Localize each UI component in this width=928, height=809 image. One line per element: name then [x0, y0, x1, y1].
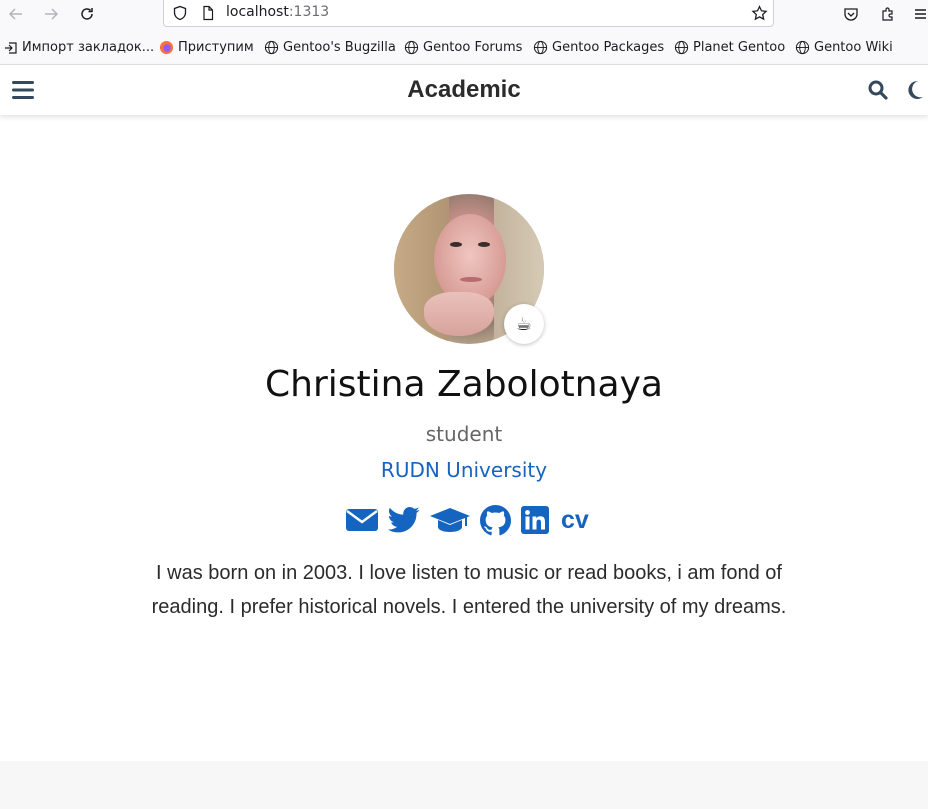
profile-organization-link[interactable]: RUDN University: [0, 458, 928, 482]
menu-button[interactable]: [908, 3, 928, 25]
moon-icon: [908, 80, 923, 99]
bookmark-label: Импорт закладок...: [22, 40, 155, 55]
globe-icon: [674, 40, 689, 55]
github-link[interactable]: [480, 504, 511, 536]
globe-icon: [533, 40, 548, 55]
linkedin-link[interactable]: [521, 506, 549, 534]
pocket-icon: [844, 8, 858, 21]
globe-icon: [795, 40, 810, 55]
bookmark-gentoo-wiki[interactable]: Gentoo Wiki: [795, 40, 893, 55]
bookmark-getting-started[interactable]: Приступим: [159, 40, 254, 55]
pocket-button[interactable]: [839, 3, 863, 25]
bookmark-gentoo-bugzilla[interactable]: Gentoo's Bugzilla: [264, 40, 396, 55]
star-icon[interactable]: [751, 5, 768, 26]
arrow-left-icon: [8, 8, 22, 20]
profile-bio: I was born on in 2003. I love listen to …: [151, 562, 787, 618]
search-button[interactable]: [868, 80, 888, 104]
puzzle-icon: [882, 7, 893, 21]
social-links: cv: [346, 504, 589, 536]
address-bar[interactable]: localhost:1313: [163, 0, 774, 27]
email-link[interactable]: [346, 507, 378, 533]
profile-role: student: [425, 422, 503, 446]
firefox-icon: [159, 40, 174, 55]
shield-icon[interactable]: [172, 5, 188, 25]
menu-icon: [915, 9, 926, 19]
reload-button[interactable]: [75, 3, 99, 25]
reload-icon: [81, 8, 93, 20]
globe-icon: [404, 40, 419, 55]
back-button[interactable]: [4, 3, 28, 25]
github-icon: [480, 504, 511, 535]
scholar-link[interactable]: [430, 506, 470, 534]
bookmark-label: Planet Gentoo: [693, 40, 786, 55]
twitter-icon: [388, 507, 420, 533]
cv-link[interactable]: cv: [559, 506, 589, 535]
avatar-container: ☕: [394, 194, 544, 344]
forward-button[interactable]: [39, 3, 63, 25]
twitter-link[interactable]: [388, 506, 420, 534]
bookmark-label: Gentoo Forums: [423, 40, 523, 55]
envelope-icon: [346, 509, 378, 531]
url-text[interactable]: localhost:1313: [226, 4, 329, 20]
import-icon: [5, 41, 17, 54]
footer: [0, 761, 928, 809]
bookmark-gentoo-packages[interactable]: Gentoo Packages: [533, 40, 664, 55]
arrow-right-icon: [45, 8, 59, 20]
graduation-cap-icon: [430, 508, 470, 532]
bookmark-planet-gentoo[interactable]: Planet Gentoo: [674, 40, 785, 55]
linkedin-icon: [521, 506, 549, 534]
profile-name: Christina Zabolotnaya: [265, 364, 663, 405]
search-icon: [868, 80, 888, 100]
coffee-icon: ☕: [515, 313, 533, 335]
bookmark-import[interactable]: Импорт закладок...: [4, 40, 154, 55]
bookmark-label: Gentoo's Bugzilla: [283, 40, 396, 55]
bookmark-label: Gentoo Packages: [552, 40, 665, 55]
bookmarks-toolbar: Импорт закладок... Приступим Gentoo's Bu…: [0, 36, 928, 62]
globe-icon: [264, 40, 279, 55]
site-navbar: Academic: [0, 65, 928, 115]
extensions-button[interactable]: [876, 3, 900, 25]
site-brand[interactable]: Academic: [0, 76, 928, 104]
status-badge: ☕: [504, 304, 544, 344]
theme-toggle-button[interactable]: [906, 80, 924, 104]
page-icon: [200, 5, 216, 25]
bookmark-gentoo-forums[interactable]: Gentoo Forums: [404, 40, 522, 55]
browser-toolbar: localhost:1313: [0, 0, 928, 30]
cv-label: cv: [561, 505, 589, 534]
bookmark-label: Приступим: [178, 40, 254, 55]
bookmark-label: Gentoo Wiki: [814, 40, 893, 55]
